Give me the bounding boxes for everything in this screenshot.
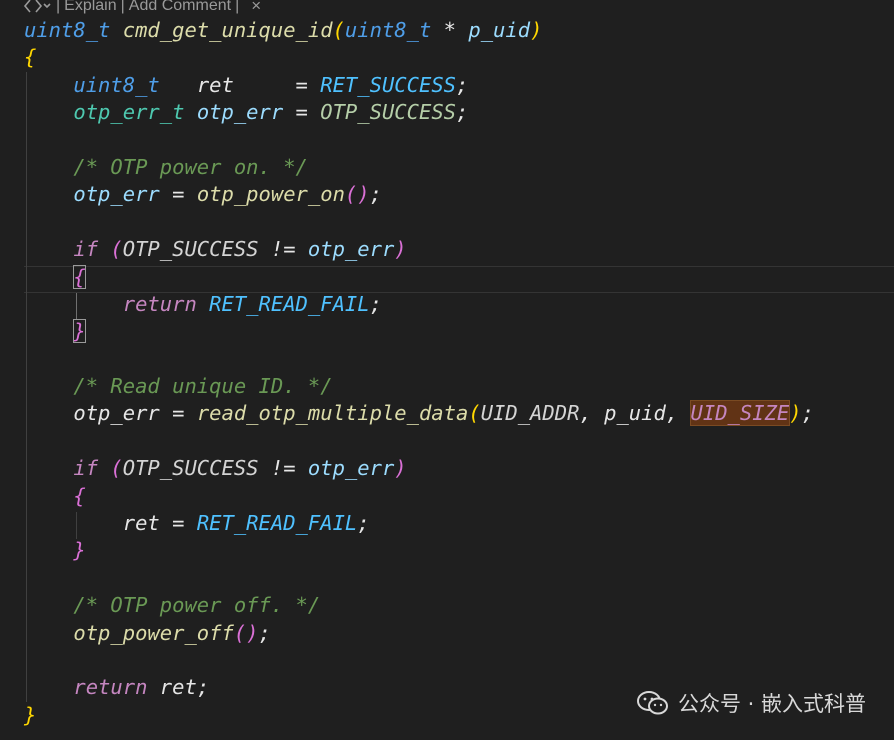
code-line: otp_err = read_otp_multiple_data(UID_ADD…	[73, 400, 814, 427]
code-line: return RET_READ_FAIL;	[122, 291, 382, 316]
add-comment-link[interactable]: Add Comment	[129, 0, 231, 15]
codelens-bar: | Explain | Add Comment | ×	[22, 0, 261, 16]
codelens-separator: |	[235, 0, 240, 14]
close-icon[interactable]: ×	[251, 0, 261, 16]
code-line: otp_err_t otp_err = OTP_SUCCESS;	[73, 100, 469, 125]
explain-link[interactable]: Explain	[64, 0, 116, 15]
code-line: uint8_t cmd_get_unique_id(uint8_t * p_ui…	[24, 18, 543, 42]
codelens-separator: |	[120, 0, 125, 14]
code-line: /* Read unique ID. */	[73, 374, 333, 399]
code-line: if (OTP_SUCCESS != otp_err)	[73, 237, 407, 262]
function-name: cmd_get_unique_id	[122, 18, 333, 42]
matched-bracket: }	[73, 319, 86, 344]
code-line: uint8_t ret = RET_SUCCESS;	[73, 72, 469, 97]
code-line: }	[24, 318, 814, 345]
code-line: /* OTP power on. */	[73, 154, 308, 179]
code-line: {	[73, 483, 86, 508]
code-line: ret = RET_READ_FAIL;	[122, 511, 370, 536]
code-line: otp_power_off();	[73, 620, 271, 645]
code-line: /* OTP power off. */	[73, 593, 321, 618]
watermark-text: 公众号 · 嵌入式科普	[677, 692, 866, 716]
watermark: 公众号 · 嵌入式科普	[636, 688, 866, 718]
sparkle-icon[interactable]	[22, 0, 52, 15]
highlighted-symbol: UID_SIZE	[689, 400, 791, 427]
codelens-separator: |	[56, 0, 61, 14]
code-line: otp_err = otp_power_on();	[73, 182, 382, 207]
code-editor[interactable]: | Explain | Add Comment | × uint8_t cmd_…	[0, 0, 894, 740]
wechat-icon	[636, 691, 668, 715]
code-lines: uint8_t cmd_get_unique_id(uint8_t * p_ui…	[24, 17, 814, 729]
matched-bracket: {	[73, 264, 86, 289]
code-line: if (OTP_SUCCESS != otp_err)	[73, 456, 407, 481]
code-line: {	[24, 264, 814, 291]
code-line: {	[24, 45, 37, 70]
code-line: }	[73, 538, 86, 563]
